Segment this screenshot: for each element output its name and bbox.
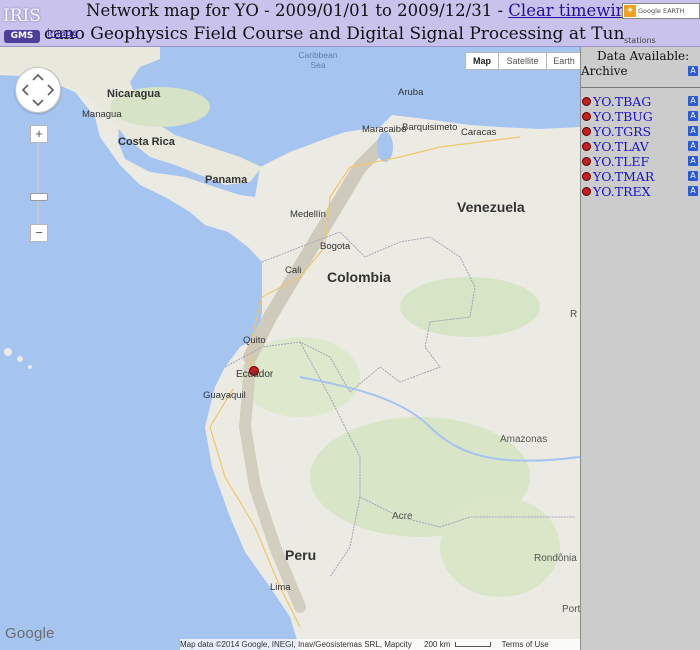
station-link[interactable]: YO.TBUG — [593, 109, 653, 124]
map-label-managua: Managua — [82, 109, 122, 120]
zoom-out-button[interactable]: − — [30, 224, 48, 242]
availability-icon[interactable]: A — [688, 186, 698, 196]
galapagos-island-2 — [17, 356, 23, 362]
map-type-map-button[interactable]: Map — [465, 52, 499, 70]
station-sidebar: Data Available: Archive A YO.TBAG A YO.T… — [580, 47, 700, 650]
galapagos-island-1 — [4, 348, 12, 356]
station-dot-icon — [582, 97, 591, 106]
station-item-tlef[interactable]: YO.TLEF A — [581, 154, 700, 169]
map-label-acre: Acre — [392, 511, 413, 522]
availability-icon[interactable]: A — [688, 141, 698, 151]
iris-gms-logo[interactable]: IRIS GMS — [2, 2, 42, 43]
station-link[interactable]: YO.TREX — [593, 184, 651, 199]
map-label-peru: Peru — [285, 547, 317, 563]
map-attribution: Map data ©2014 Google, INEGI, Inav/Geosi… — [180, 639, 580, 650]
map-label-nicaragua: Nicaragua — [107, 88, 161, 100]
map-type-satellite-button[interactable]: Satellite — [498, 52, 547, 70]
map-label-aruba: Aruba — [398, 87, 424, 98]
station-link[interactable]: YO.TGRS — [593, 124, 651, 139]
map-label-medellin: Medellín — [290, 209, 326, 220]
map-label-maracaibo: Maracaibo — [362, 124, 407, 135]
station-link[interactable]: YO.TBAG — [593, 94, 651, 109]
map-label-guayaquil: Guayaquil — [203, 390, 246, 401]
map-view[interactable]: Caribbean Sea Nicaragua Managua Costa Ri… — [0, 47, 580, 650]
image-link[interactable]: image — [47, 28, 78, 39]
map-label-edge-r: R — [570, 309, 578, 320]
station-dot-icon — [582, 157, 591, 166]
map-label-costa-rica: Costa Rica — [118, 136, 175, 148]
archive-availability-icon[interactable]: A — [688, 66, 698, 76]
availability-icon[interactable]: A — [688, 156, 698, 166]
availability-icon[interactable]: A — [688, 126, 698, 136]
map-label-caribbean: Caribbean Sea — [298, 50, 338, 70]
station-dot-icon — [582, 112, 591, 121]
map-label-rondonia: Rondônia — [534, 553, 577, 564]
scale-label: 200 km — [424, 640, 451, 649]
map-label-colombia: Colombia — [327, 269, 391, 285]
station-item-tbag[interactable]: YO.TBAG A — [581, 94, 700, 109]
green-area-4 — [440, 497, 560, 597]
availability-icon[interactable]: A — [688, 111, 698, 121]
lake-maracaibo — [377, 132, 393, 162]
google-earth-icon: ✦ — [624, 5, 636, 17]
map-type-earth-button[interactable]: Earth — [546, 52, 580, 70]
station-item-tbug[interactable]: YO.TBUG A — [581, 109, 700, 124]
availability-icon[interactable]: A — [688, 96, 698, 106]
map-label-caracas: Caracas — [461, 127, 497, 138]
stations-small-label: stations — [624, 36, 656, 45]
map-label-ecuador: Ecuador — [236, 369, 274, 380]
network-subtitle: cano Geophysics Field Course and Digital… — [44, 24, 624, 44]
zoom-slider-handle[interactable] — [30, 193, 48, 201]
map-label-barquisimeto: Barquisimeto — [402, 122, 458, 133]
station-dot-icon — [582, 172, 591, 181]
map-label-quito: Quito — [243, 335, 266, 346]
sidebar-divider — [581, 87, 700, 88]
station-item-trex[interactable]: YO.TREX A — [581, 184, 700, 199]
google-earth-button[interactable]: ✦ Google EARTH — [622, 3, 700, 19]
map-label-edge-porto: Porto — [562, 604, 580, 615]
station-link[interactable]: YO.TLEF — [593, 154, 649, 169]
station-link[interactable]: YO.TLAV — [593, 139, 649, 154]
zoom-slider-track[interactable] — [37, 132, 39, 224]
green-area-1 — [400, 277, 540, 337]
availability-icon[interactable]: A — [688, 171, 698, 181]
map-label-cali: Cali — [285, 265, 302, 276]
title-text: Network map for YO - 2009/01/01 to 2009/… — [86, 1, 509, 20]
map-label-panama: Panama — [205, 174, 248, 186]
google-earth-label: Google EARTH — [638, 7, 685, 15]
station-dot-icon — [582, 187, 591, 196]
page-header: IRIS GMS Network map for YO - 2009/01/01… — [0, 0, 700, 47]
scale-bar — [455, 642, 492, 648]
zoom-in-button[interactable]: + — [30, 125, 48, 143]
map-label-venezuela: Venezuela — [457, 199, 525, 215]
station-item-tgrs[interactable]: YO.TGRS A — [581, 124, 700, 139]
google-logo[interactable]: Google — [5, 625, 55, 642]
station-link[interactable]: YO.TMAR — [593, 169, 654, 184]
map-label-bogota: Bogota — [320, 241, 351, 252]
galapagos-island-3 — [28, 365, 32, 369]
pan-control[interactable] — [15, 67, 61, 113]
iris-logo-text: IRIS — [3, 6, 41, 26]
station-dot-icon — [582, 127, 591, 136]
pan-arrows-icon — [21, 73, 55, 107]
station-item-tlav[interactable]: YO.TLAV A — [581, 139, 700, 154]
sidebar-title: Data Available: — [597, 49, 690, 63]
gms-logo-badge: GMS — [4, 30, 40, 43]
sidebar-archive-label: Archive — [581, 64, 628, 78]
station-dot-icon — [582, 142, 591, 151]
attribution-text: Map data ©2014 Google, INEGI, Inav/Geosi… — [180, 640, 412, 649]
station-item-tmar[interactable]: YO.TMAR A — [581, 169, 700, 184]
terms-link[interactable]: Terms of Use — [502, 640, 549, 649]
map-label-amazonas: Amazonas — [500, 434, 548, 445]
map-label-lima: Lima — [270, 582, 291, 593]
page-title: Network map for YO - 2009/01/01 to 2009/… — [86, 1, 661, 20]
